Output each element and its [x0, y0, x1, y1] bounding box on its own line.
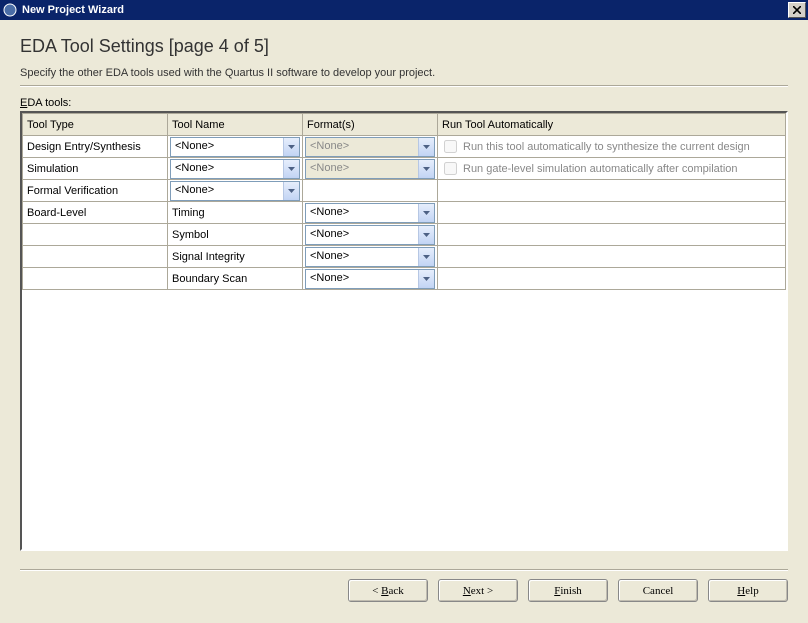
simulation-format-dropdown: <None>	[305, 159, 435, 179]
cell-board-level-type: Board-Level	[23, 202, 168, 224]
row-board-level-symbol: Symbol <None>	[23, 224, 786, 246]
finish-button[interactable]: Finish	[528, 579, 608, 602]
row-formal-verification: Formal Verification <None>	[23, 180, 786, 202]
simulation-auto-label: Run gate-level simulation automatically …	[463, 163, 738, 175]
design-entry-auto-checkbox-row: Run this tool automatically to synthesiz…	[440, 136, 783, 157]
row-design-entry: Design Entry/Synthesis <None> <None>	[23, 136, 786, 158]
chevron-down-icon	[283, 138, 299, 156]
app-icon	[2, 2, 18, 18]
chevron-down-icon	[418, 138, 434, 156]
dropdown-value: <None>	[306, 160, 418, 178]
simulation-name-dropdown[interactable]: <None>	[170, 159, 300, 179]
window-title: New Project Wizard	[22, 4, 788, 16]
section-label: EDA tools:	[20, 97, 788, 109]
cell-formal-verification-type: Formal Verification	[23, 180, 168, 202]
cell-boundary-scan-label: Boundary Scan	[168, 268, 303, 290]
cell-signal-integrity-label: Signal Integrity	[168, 246, 303, 268]
design-entry-format-dropdown: <None>	[305, 137, 435, 157]
formal-verification-name-dropdown[interactable]: <None>	[170, 181, 300, 201]
header-tool-type: Tool Type	[23, 114, 168, 136]
header-formats: Format(s)	[303, 114, 438, 136]
cell-timing-label: Timing	[168, 202, 303, 224]
chevron-down-icon	[283, 160, 299, 178]
dropdown-value: <None>	[306, 248, 418, 266]
row-board-level-signal-integrity: Signal Integrity <None>	[23, 246, 786, 268]
back-button[interactable]: < Back	[348, 579, 428, 602]
design-entry-name-dropdown[interactable]: <None>	[170, 137, 300, 157]
boundary-scan-format-dropdown[interactable]: <None>	[305, 269, 435, 289]
header-auto: Run Tool Automatically	[438, 114, 786, 136]
chevron-down-icon	[418, 226, 434, 244]
simulation-auto-checkbox-row: Run gate-level simulation automatically …	[440, 158, 783, 179]
help-button[interactable]: Help	[708, 579, 788, 602]
design-entry-auto-label: Run this tool automatically to synthesiz…	[463, 141, 750, 153]
cell-symbol-label: Symbol	[168, 224, 303, 246]
next-button[interactable]: Next >	[438, 579, 518, 602]
dropdown-value: <None>	[306, 270, 418, 288]
simulation-auto-checkbox	[444, 162, 457, 175]
dropdown-value: <None>	[306, 138, 418, 156]
row-board-level-boundary-scan: Boundary Scan <None>	[23, 268, 786, 290]
chevron-down-icon	[418, 248, 434, 266]
dropdown-value: <None>	[171, 182, 283, 200]
close-button[interactable]	[788, 2, 806, 18]
dropdown-value: <None>	[306, 204, 418, 222]
signal-integrity-format-dropdown[interactable]: <None>	[305, 247, 435, 267]
header-tool-name: Tool Name	[168, 114, 303, 136]
divider	[20, 85, 788, 87]
page-subtitle: Specify the other EDA tools used with th…	[20, 67, 788, 79]
row-simulation: Simulation <None> <None>	[23, 158, 786, 180]
titlebar: New Project Wizard	[0, 0, 808, 20]
row-board-level-timing: Board-Level Timing <None>	[23, 202, 786, 224]
page-title: EDA Tool Settings [page 4 of 5]	[20, 36, 788, 57]
design-entry-auto-checkbox	[444, 140, 457, 153]
cancel-button[interactable]: Cancel	[618, 579, 698, 602]
dropdown-value: <None>	[171, 160, 283, 178]
cell-design-entry-type: Design Entry/Synthesis	[23, 136, 168, 158]
chevron-down-icon	[283, 182, 299, 200]
symbol-format-dropdown[interactable]: <None>	[305, 225, 435, 245]
chevron-down-icon	[418, 160, 434, 178]
button-bar: < Back Next > Finish Cancel Help	[0, 571, 808, 614]
eda-tools-grid: Tool Type Tool Name Format(s) Run Tool A…	[20, 111, 788, 551]
dropdown-value: <None>	[171, 138, 283, 156]
chevron-down-icon	[418, 270, 434, 288]
dropdown-value: <None>	[306, 226, 418, 244]
cell-simulation-type: Simulation	[23, 158, 168, 180]
timing-format-dropdown[interactable]: <None>	[305, 203, 435, 223]
chevron-down-icon	[418, 204, 434, 222]
